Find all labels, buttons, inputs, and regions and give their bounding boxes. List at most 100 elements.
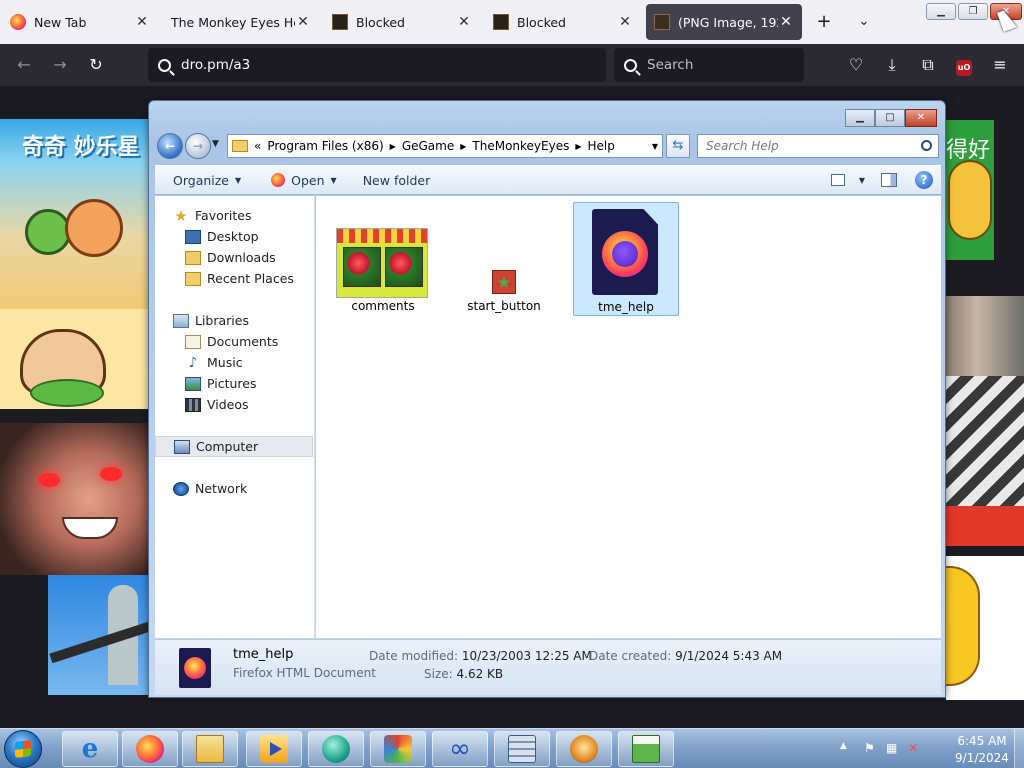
nav-item-recent-places[interactable]: Recent Places [155, 268, 313, 289]
nav-item-libraries[interactable]: Libraries [155, 310, 313, 331]
nav-item-desktop[interactable]: Desktop [155, 226, 313, 247]
chevron-down-icon[interactable]: ▼ [859, 176, 865, 185]
explorer-address-bar[interactable]: « Program Files (x86) ▶ GeGame ▶ TheMonk… [227, 134, 663, 158]
nav-item-pictures[interactable]: Pictures [155, 373, 313, 394]
nav-item-music[interactable]: ♪ Music [155, 352, 313, 373]
file-item-start-button[interactable]: start_button [451, 202, 557, 316]
preview-pane-icon[interactable] [881, 173, 897, 187]
show-desktop-button[interactable] [1014, 729, 1024, 768]
forward-button[interactable]: → [48, 53, 72, 77]
ublock-icon[interactable]: uO [952, 53, 976, 77]
breadcrumb-gegame[interactable]: GeGame [402, 139, 454, 153]
tab-close-icon[interactable]: ✕ [617, 14, 633, 30]
taskbar-calculator[interactable] [494, 731, 550, 767]
explorer-close-button[interactable]: ✕ [905, 109, 937, 127]
tab-monkey-eyes-help[interactable]: The Monkey Eyes Help ✕ [163, 4, 319, 40]
menu-icon[interactable]: ≡ [988, 53, 1012, 77]
system-tray: ▲ ⚑ ▦ ✕ 6:45 AM 9/1/2024 [834, 729, 1024, 768]
command-bar: Organize ▼ Open ▼ New folder ▼ ? [155, 165, 941, 195]
explorer-back-button[interactable]: ← [157, 133, 183, 159]
address-dropdown-icon[interactable]: ▼ [652, 142, 658, 151]
explorer-refresh-button[interactable]: ⇆ [666, 134, 690, 158]
chevron-down-icon: ▼ [330, 175, 337, 185]
taskbar-explorer[interactable] [182, 731, 238, 767]
nav-label: Documents [207, 334, 279, 349]
desktop-icon [185, 229, 201, 244]
taskbar-infinity-app[interactable]: ∞ [432, 731, 488, 767]
chevron-right-icon[interactable]: ▶ [460, 142, 466, 151]
details-pane: tme_help Firefox HTML Document Date modi… [155, 639, 941, 695]
tab-title: (PNG Image, 1920 [678, 14, 778, 30]
breadcrumb-program-files[interactable]: Program Files (x86) [267, 139, 383, 153]
documents-icon [185, 334, 201, 349]
explorer-maximize-button[interactable]: □ [875, 109, 905, 127]
tab-close-icon[interactable]: ✕ [456, 14, 472, 30]
nav-item-videos[interactable]: Videos [155, 394, 313, 415]
network-tray-icon[interactable]: ▦ [886, 741, 900, 755]
nav-item-favorites[interactable]: ★ Favorites [155, 205, 313, 226]
explorer-forward-button[interactable]: → [185, 133, 211, 159]
tab-title: New Tab [34, 14, 87, 30]
tab-close-icon[interactable]: ✕ [134, 14, 150, 30]
nav-label: Music [207, 355, 243, 370]
tab-close-icon[interactable]: ✕ [778, 14, 794, 30]
window-minimize-button[interactable]: ▁ [926, 3, 956, 20]
breadcrumb-themonkeyeyes[interactable]: TheMonkeyEyes [472, 139, 569, 153]
new-tab-button[interactable]: + [812, 10, 836, 34]
taskbar-paint[interactable] [370, 731, 426, 767]
list-all-tabs-button[interactable]: ⌄ [852, 10, 876, 34]
reload-button[interactable]: ↻ [84, 53, 108, 77]
nav-item-computer[interactable]: Computer [155, 436, 313, 457]
file-item-tme-help[interactable]: tme_help [573, 202, 679, 316]
explorer-search-input[interactable]: Search Help [697, 134, 939, 158]
file-item-comments[interactable]: comments [330, 202, 436, 316]
breadcrumb-help[interactable]: Help [588, 139, 615, 153]
volume-muted-icon[interactable]: ✕ [908, 741, 922, 755]
back-button[interactable]: ← [12, 53, 36, 77]
nav-item-documents[interactable]: Documents [155, 331, 313, 352]
url-bar[interactable]: dro.pm/a3 [148, 48, 606, 82]
downloads-icon[interactable]: ⤓ [880, 53, 904, 77]
change-view-icon[interactable] [830, 174, 845, 186]
search-bar[interactable]: Search [614, 48, 804, 82]
nav-item-network[interactable]: Network [155, 478, 313, 499]
statue-of-liberty-image [48, 575, 148, 695]
pocket-icon[interactable]: ♡ [844, 53, 868, 77]
taskbar-teal-app[interactable] [308, 731, 364, 767]
taskbar-internet-explorer[interactable]: e [62, 731, 118, 767]
start-button[interactable] [4, 730, 42, 768]
show-hidden-icons-icon[interactable]: ▲ [840, 741, 847, 751]
nav-label: Favorites [195, 208, 252, 223]
tab-close-icon[interactable]: ✕ [295, 14, 311, 30]
tab-new-tab[interactable]: New Tab ✕ [2, 4, 158, 40]
browser-nav-bar: ← → ↻ dro.pm/a3 Search ♡ ⤓ ⧉ uO ≡ [0, 44, 1024, 86]
tab-png-image[interactable]: (PNG Image, 1920 ✕ [646, 4, 802, 40]
extensions-icon[interactable]: ⧉ [916, 53, 940, 77]
tab-blocked-2[interactable]: Blocked ✕ [485, 4, 641, 40]
search-icon [921, 140, 932, 151]
explorer-minimize-button[interactable]: ▁ [845, 109, 875, 127]
taskbar-chart-app[interactable] [618, 731, 674, 767]
view-controls: ▼ ? [830, 166, 941, 194]
png-icon [654, 14, 670, 30]
explorer-caption-buttons: ▁ □ ✕ [845, 109, 937, 127]
organize-button[interactable]: Organize ▼ [173, 173, 241, 188]
taskbar-firefox[interactable] [122, 731, 178, 767]
firefox-icon [271, 173, 286, 187]
flag-icon[interactable]: ⚑ [864, 741, 878, 755]
tab-blocked-1[interactable]: Blocked ✕ [324, 4, 480, 40]
chevron-right-icon[interactable]: ▶ [390, 142, 396, 151]
window-restore-button[interactable]: ❐ [958, 3, 988, 20]
breadcrumb-overflow[interactable]: « [254, 139, 261, 153]
new-folder-button[interactable]: New folder [363, 173, 431, 188]
help-icon[interactable]: ? [915, 171, 933, 189]
clock-time[interactable]: 6:45 AM [946, 734, 1018, 748]
music-note-icon: ♪ [188, 354, 198, 371]
taskbar-media-player[interactable] [246, 731, 302, 767]
taskbar-monkey-game[interactable] [556, 731, 612, 767]
nav-item-downloads[interactable]: Downloads [155, 247, 313, 268]
clock-date[interactable]: 9/1/2024 [946, 751, 1018, 765]
recent-pages-dropdown-icon[interactable]: ▼ [212, 139, 219, 149]
chevron-right-icon[interactable]: ▶ [575, 142, 581, 151]
open-button[interactable]: Open ▼ [271, 173, 337, 188]
